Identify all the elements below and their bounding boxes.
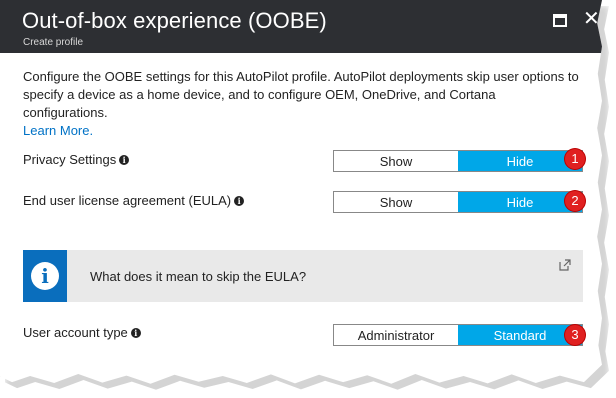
standard-option[interactable]: Standard	[458, 325, 582, 345]
step-badge-3: 3	[565, 325, 585, 345]
user-account-type-label-text: User account type	[23, 325, 128, 340]
privacy-settings-label: Privacy Settings i	[23, 152, 130, 167]
external-link-icon[interactable]	[559, 259, 571, 271]
page-title: Out-of-box experience (OOBE)	[22, 8, 327, 33]
description: Configure the OOBE settings for this Aut…	[23, 68, 583, 140]
eula-info-callout[interactable]: i What does it mean to skip the EULA?	[23, 250, 583, 302]
blade-header: Out-of-box experience (OOBE) Create prof…	[0, 0, 602, 53]
privacy-settings-label-text: Privacy Settings	[23, 152, 117, 167]
info-icon[interactable]: i	[119, 155, 130, 165]
privacy-hide-option[interactable]: Hide	[458, 151, 582, 171]
callout-text: What does it mean to skip the EULA?	[90, 269, 307, 284]
eula-label: End user license agreement (EULA) i	[23, 193, 245, 208]
eula-label-text: End user license agreement (EULA)	[23, 193, 232, 208]
privacy-show-option[interactable]: Show	[334, 151, 458, 171]
page-subtitle: Create profile	[23, 37, 84, 48]
privacy-settings-toggle[interactable]: Show Hide	[333, 150, 583, 172]
maximize-icon[interactable]	[553, 14, 567, 27]
blade-panel: Out-of-box experience (OOBE) Create prof…	[0, 0, 602, 384]
learn-more-link[interactable]: Learn More.	[23, 123, 93, 138]
eula-toggle[interactable]: Show Hide	[333, 191, 583, 213]
administrator-option[interactable]: Administrator	[334, 325, 458, 345]
user-account-type-label: User account type i	[23, 325, 141, 340]
close-icon[interactable]: ✕	[583, 9, 600, 29]
eula-show-option[interactable]: Show	[334, 192, 458, 212]
info-icon: i	[23, 250, 67, 302]
user-account-type-toggle[interactable]: Administrator Standard	[333, 324, 583, 346]
step-badge-2: 2	[565, 191, 585, 211]
eula-hide-option[interactable]: Hide	[458, 192, 582, 212]
info-icon[interactable]: i	[234, 196, 245, 206]
description-text: Configure the OOBE settings for this Aut…	[23, 69, 579, 120]
info-icon[interactable]: i	[130, 328, 141, 338]
step-badge-1: 1	[565, 149, 585, 169]
